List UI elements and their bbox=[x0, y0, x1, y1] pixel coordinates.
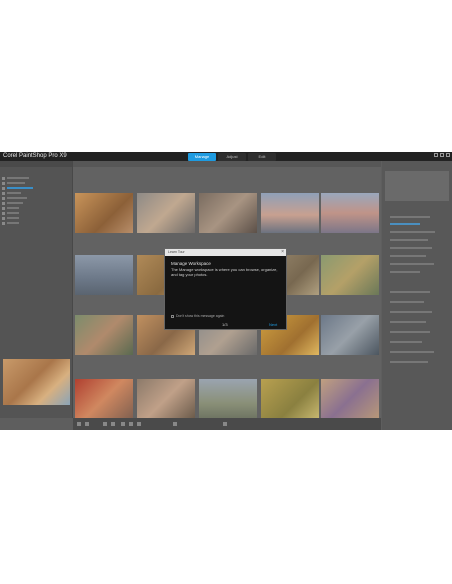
browser-toolbar bbox=[73, 161, 381, 167]
page-indicator: 1/3 bbox=[222, 322, 228, 327]
flag-icon[interactable] bbox=[121, 422, 125, 426]
dialog-heading: Manage Workspace bbox=[171, 261, 211, 266]
info-row bbox=[390, 321, 426, 323]
tree-item-label bbox=[7, 202, 23, 204]
checkbox-label: Don't show this message again bbox=[176, 314, 225, 318]
thumbnail-portrait-woman-sunlight[interactable] bbox=[75, 193, 133, 233]
thumbnail-woman-with-hat[interactable] bbox=[75, 379, 133, 419]
folder-icon bbox=[2, 216, 5, 220]
tab-edit[interactable]: Edit bbox=[248, 153, 276, 161]
navigation-header bbox=[0, 161, 72, 167]
zoom-icon[interactable] bbox=[223, 422, 227, 426]
folder-icon bbox=[2, 176, 5, 180]
preview-image bbox=[3, 359, 70, 405]
thumbnail-old-window[interactable] bbox=[321, 315, 379, 355]
tab-adjust[interactable]: Adjust bbox=[218, 153, 246, 161]
info-row[interactable] bbox=[390, 223, 420, 225]
tree-item-label bbox=[7, 192, 21, 194]
maximize-icon[interactable] bbox=[440, 153, 444, 157]
organizer-toolbar bbox=[73, 418, 381, 430]
view-icon[interactable] bbox=[77, 422, 81, 426]
info-row bbox=[390, 263, 434, 265]
dont-show-again[interactable]: Don't show this message again bbox=[171, 314, 224, 318]
info-row bbox=[390, 271, 420, 273]
tree-item[interactable] bbox=[2, 181, 68, 185]
info-row bbox=[390, 361, 428, 363]
tree-item[interactable] bbox=[2, 176, 68, 180]
info-row bbox=[390, 216, 430, 218]
checkbox[interactable] bbox=[171, 314, 174, 318]
rotate-left-icon[interactable] bbox=[103, 422, 107, 426]
minimize-icon[interactable] bbox=[434, 153, 438, 157]
learn-tour-dialog: Learn Tour × Manage Workspace The Manage… bbox=[164, 248, 287, 330]
info-row bbox=[390, 341, 422, 343]
close-icon[interactable] bbox=[446, 153, 450, 157]
thumbnail-child-in-field[interactable] bbox=[261, 379, 319, 419]
navigation-panel bbox=[0, 161, 73, 418]
tree-item[interactable] bbox=[2, 206, 68, 210]
tree-item[interactable] bbox=[2, 201, 68, 205]
rotate-right-icon[interactable] bbox=[111, 422, 115, 426]
tree-item[interactable] bbox=[2, 216, 68, 220]
info-row bbox=[390, 331, 430, 333]
tag-icon[interactable] bbox=[137, 422, 141, 426]
info-panel bbox=[382, 161, 452, 430]
thumbnail-mirror-ball-portrait[interactable] bbox=[75, 315, 133, 355]
folder-icon bbox=[2, 181, 5, 185]
folder-icon bbox=[2, 221, 5, 225]
thumbnail-child-with-flowers[interactable] bbox=[321, 255, 379, 295]
tree-item-label bbox=[7, 177, 29, 179]
app-title: Corel PaintShop Pro X9 bbox=[3, 153, 67, 159]
tree-item-label bbox=[7, 207, 19, 209]
workspace-tabs: Manage Adjust Edit bbox=[188, 153, 276, 161]
info-row bbox=[390, 351, 434, 353]
folder-icon bbox=[2, 201, 5, 205]
info-row bbox=[390, 301, 424, 303]
info-row bbox=[390, 291, 430, 293]
dialog-titlebar: Learn Tour × bbox=[165, 249, 286, 256]
folder-icon bbox=[2, 186, 5, 190]
folder-icon bbox=[2, 196, 5, 200]
tree-item-label bbox=[7, 187, 33, 189]
info-row bbox=[390, 311, 432, 313]
tree-item[interactable] bbox=[2, 196, 68, 200]
tree-item[interactable] bbox=[2, 221, 68, 225]
folder-icon bbox=[2, 191, 5, 195]
title-bar: Corel PaintShop Pro X9 Manage Adjust Edi… bbox=[0, 152, 452, 161]
info-row bbox=[390, 255, 426, 257]
grid-icon[interactable] bbox=[85, 422, 89, 426]
sort-icon[interactable] bbox=[173, 422, 177, 426]
thumbnail-misty-seascape[interactable] bbox=[321, 193, 379, 233]
window-controls bbox=[434, 153, 450, 157]
tree-item[interactable] bbox=[2, 191, 68, 195]
tree-item-label bbox=[7, 182, 25, 184]
info-row bbox=[390, 231, 435, 233]
folder-tree bbox=[2, 175, 68, 226]
thumbnail-coastal-rocks[interactable] bbox=[75, 255, 133, 295]
tree-item[interactable] bbox=[2, 211, 68, 215]
tree-item-label bbox=[7, 197, 27, 199]
star-icon[interactable] bbox=[129, 422, 133, 426]
folder-icon bbox=[2, 206, 5, 210]
close-icon[interactable]: × bbox=[281, 249, 284, 255]
thumbnail-girl-with-balloons[interactable] bbox=[321, 379, 379, 419]
tab-manage[interactable]: Manage bbox=[188, 153, 216, 161]
thumbnail-girl-with-camera[interactable] bbox=[137, 193, 195, 233]
thumbnail-bicycle-on-road[interactable] bbox=[199, 379, 257, 419]
thumbnail-hands-holding-camera[interactable] bbox=[199, 193, 257, 233]
thumbnail-girl-smiling[interactable] bbox=[137, 379, 195, 419]
next-button[interactable]: Next bbox=[269, 322, 277, 327]
thumbnail-pier-at-sunset[interactable] bbox=[261, 193, 319, 233]
dialog-body: The Manage workspace is where you can br… bbox=[171, 267, 278, 277]
tree-item-selected[interactable] bbox=[2, 186, 68, 190]
dialog-title: Learn Tour bbox=[168, 250, 185, 254]
tree-item-label bbox=[7, 212, 19, 214]
folder-icon bbox=[2, 211, 5, 215]
info-row bbox=[390, 239, 428, 241]
histogram bbox=[385, 171, 449, 201]
info-row bbox=[390, 247, 432, 249]
tree-item-label bbox=[7, 222, 19, 224]
tree-item-label bbox=[7, 217, 19, 219]
